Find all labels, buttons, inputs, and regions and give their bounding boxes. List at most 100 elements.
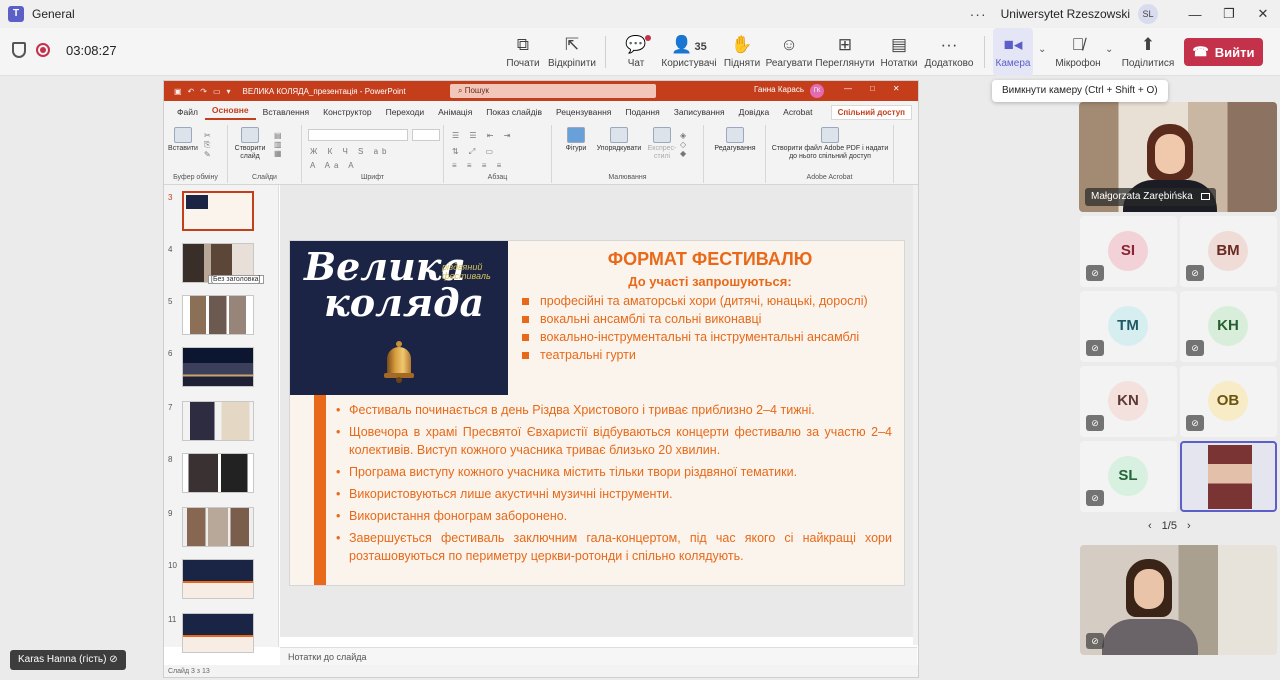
- font-color-icons[interactable]: A Aa A: [310, 161, 358, 170]
- tab-design[interactable]: Конструктор: [316, 107, 378, 117]
- tab-view[interactable]: Подання: [618, 107, 666, 117]
- people-button[interactable]: 👤 35 Користувачі: [660, 28, 718, 76]
- slide-thumbnail[interactable]: [182, 295, 254, 335]
- ppt-user-avatar[interactable]: ГК: [810, 84, 824, 98]
- tab-file[interactable]: Файл: [170, 107, 205, 117]
- camera-options-chevron-icon[interactable]: ⌄: [1038, 44, 1046, 55]
- slide-thumbnail[interactable]: [182, 401, 254, 441]
- participant-video-tile[interactable]: ⊘: [1080, 545, 1277, 655]
- font-format-icons[interactable]: Ж К Ч S ab: [310, 147, 391, 156]
- chat-button[interactable]: 💬 Чат: [620, 28, 652, 76]
- slide-notes[interactable]: Нотатки до слайда: [280, 647, 917, 665]
- participant-tile[interactable]: OB ⊘: [1180, 366, 1277, 437]
- org-name: Uniwersytet Rzeszowski: [1000, 7, 1130, 21]
- shape-fill-icons[interactable]: ◈ ◇ ◆: [680, 131, 690, 158]
- mic-options-chevron-icon[interactable]: ⌄: [1105, 44, 1113, 55]
- slide-scrollbar[interactable]: [913, 185, 918, 645]
- slide-layout-icons[interactable]: ▤ ▥ ▦: [274, 131, 286, 158]
- org-avatar[interactable]: SL: [1138, 4, 1158, 24]
- ppt-share-button[interactable]: Спільний доступ: [830, 104, 912, 120]
- mic-button[interactable]: 🎙̸ Мікрофон: [1054, 28, 1102, 76]
- tab-help[interactable]: Довідка: [732, 107, 777, 117]
- tab-acrobat[interactable]: Acrobat: [776, 107, 819, 117]
- thumb-number: 11: [168, 615, 177, 624]
- festival-logo: Велика коляда різдвяний фестиваль: [290, 241, 508, 395]
- shield-icon[interactable]: [12, 42, 26, 58]
- toolbar-divider: [605, 36, 606, 68]
- participant-tile[interactable]: KH ⊘: [1180, 291, 1277, 362]
- arrange-button[interactable]: Упорядкувати: [594, 127, 644, 153]
- tab-animations[interactable]: Анімація: [431, 107, 479, 117]
- editing-button[interactable]: Редагування: [708, 127, 762, 153]
- participant-tile[interactable]: KN ⊘: [1080, 366, 1177, 437]
- font-name-field[interactable]: [308, 129, 408, 141]
- participant-video-image: [1208, 445, 1252, 509]
- font-size-field[interactable]: [412, 129, 440, 141]
- hand-icon: ✋: [731, 35, 753, 54]
- more-button[interactable]: ··· Додатково: [924, 28, 974, 76]
- ppt-window-buttons[interactable]: —□✕: [844, 84, 918, 93]
- raise-hand-button[interactable]: ✋ Підняти: [724, 28, 760, 76]
- more-icon[interactable]: ···: [970, 6, 987, 22]
- participant-tile[interactable]: BM ⊘: [1180, 216, 1277, 287]
- slide-thumbnail[interactable]: [182, 507, 254, 547]
- tab-record[interactable]: Записування: [667, 107, 732, 117]
- shared-powerpoint-window: ▣↶↷▭▾ ВЕЛИКА КОЛЯДА_презентація - PowerP…: [163, 80, 919, 678]
- direction-icons[interactable]: ⇅ ⤢ ▭: [452, 147, 497, 157]
- popout-button[interactable]: ⇱ Відкріпити: [548, 28, 596, 76]
- participant-tile[interactable]: SL ⊘: [1080, 441, 1177, 512]
- thumb-number: 6: [168, 349, 173, 358]
- ribbon-group-paragraph: ☰ ☰ ⇤ ⇥ ⇅ ⤢ ▭ ≡ ≡ ≡ ≡ Абзац: [444, 125, 552, 183]
- minimize-icon[interactable]: —: [1178, 7, 1212, 22]
- thumb-number: 8: [168, 455, 173, 464]
- start-button[interactable]: ⧉ Почати: [504, 28, 542, 76]
- shapes-button[interactable]: Фігури: [558, 127, 594, 153]
- record-icon: [36, 43, 50, 57]
- share-button[interactable]: ⬆ Поділитися: [1122, 28, 1175, 76]
- slide-thumbnail[interactable]: [182, 453, 254, 493]
- slide-thumbnail[interactable]: [182, 559, 254, 599]
- tab-insert[interactable]: Вставлення: [256, 107, 316, 117]
- restore-icon[interactable]: ❐: [1212, 6, 1246, 22]
- participant-tile[interactable]: TM ⊘: [1080, 291, 1177, 362]
- slide-thumbnail[interactable]: [182, 613, 254, 653]
- leave-button[interactable]: ☎ Вийти: [1184, 38, 1263, 66]
- group-label-font: Шрифт: [360, 174, 385, 181]
- participant-tile[interactable]: SI ⊘: [1080, 216, 1177, 287]
- invited-list: професійні та аматорські хори (дитячі, ю…: [522, 295, 892, 367]
- camera-button[interactable]: ■◂ Камера: [993, 28, 1033, 76]
- slide-thumbnail[interactable]: [182, 191, 254, 231]
- new-slide-button[interactable]: Створити слайд: [232, 127, 268, 161]
- tab-review[interactable]: Рецензування: [549, 107, 618, 117]
- participant-video-tile[interactable]: [1180, 441, 1277, 512]
- ppt-titlebar: ▣↶↷▭▾ ВЕЛИКА КОЛЯДА_презентація - PowerP…: [164, 81, 918, 101]
- tab-slideshow[interactable]: Показ слайдів: [479, 107, 549, 117]
- chevron-left-icon[interactable]: ‹: [1148, 520, 1152, 532]
- close-icon[interactable]: ✕: [1246, 6, 1280, 22]
- view-button[interactable]: ⊞ Переглянути: [815, 28, 874, 76]
- react-button[interactable]: ☺ Реагувати: [766, 28, 813, 76]
- quick-styles-button[interactable]: Експрес-стилі: [646, 127, 678, 161]
- window-title: General: [32, 7, 75, 21]
- notes-button[interactable]: ▤ Нотатки: [880, 28, 918, 76]
- featured-participant-video[interactable]: Małgorzata Zarębińska: [1079, 102, 1277, 212]
- paste-button[interactable]: Вставити: [168, 127, 198, 153]
- current-slide[interactable]: Велика коляда різдвяний фестиваль ФОРМАТ Ф…: [290, 241, 904, 585]
- festival-rules-list: Фестиваль починається в день Різдва Хрис…: [336, 401, 892, 569]
- tab-transitions[interactable]: Переходи: [379, 107, 432, 117]
- quick-access-icons[interactable]: ▣↶↷▭▾: [174, 87, 237, 96]
- phone-icon: ☎: [1192, 44, 1209, 59]
- list-item: професійні та аматорські хори (дитячі, ю…: [522, 295, 892, 307]
- slide-thumbnail[interactable]: [182, 347, 254, 387]
- list-icons[interactable]: ☰ ☰ ⇤ ⇥: [452, 131, 514, 140]
- logo-subtitle: різдвяний фестиваль: [442, 262, 491, 281]
- tab-home[interactable]: Основне: [204, 105, 256, 120]
- chevron-right-icon[interactable]: ›: [1187, 520, 1191, 532]
- create-pdf-button[interactable]: Створити файл Adobe PDF і надати до ньог…: [770, 127, 890, 161]
- ribbon-group-editing: Редагування: [704, 125, 766, 183]
- participant-pager: ‹ 1/5 ›: [1148, 520, 1191, 532]
- ppt-search[interactable]: ⌕ Пошук: [450, 84, 656, 98]
- clipboard-small-icons[interactable]: ✂ ⎘ ✎: [204, 131, 215, 159]
- align-icons[interactable]: ≡ ≡ ≡ ≡: [452, 161, 505, 170]
- notes-icon: ▤: [890, 35, 908, 54]
